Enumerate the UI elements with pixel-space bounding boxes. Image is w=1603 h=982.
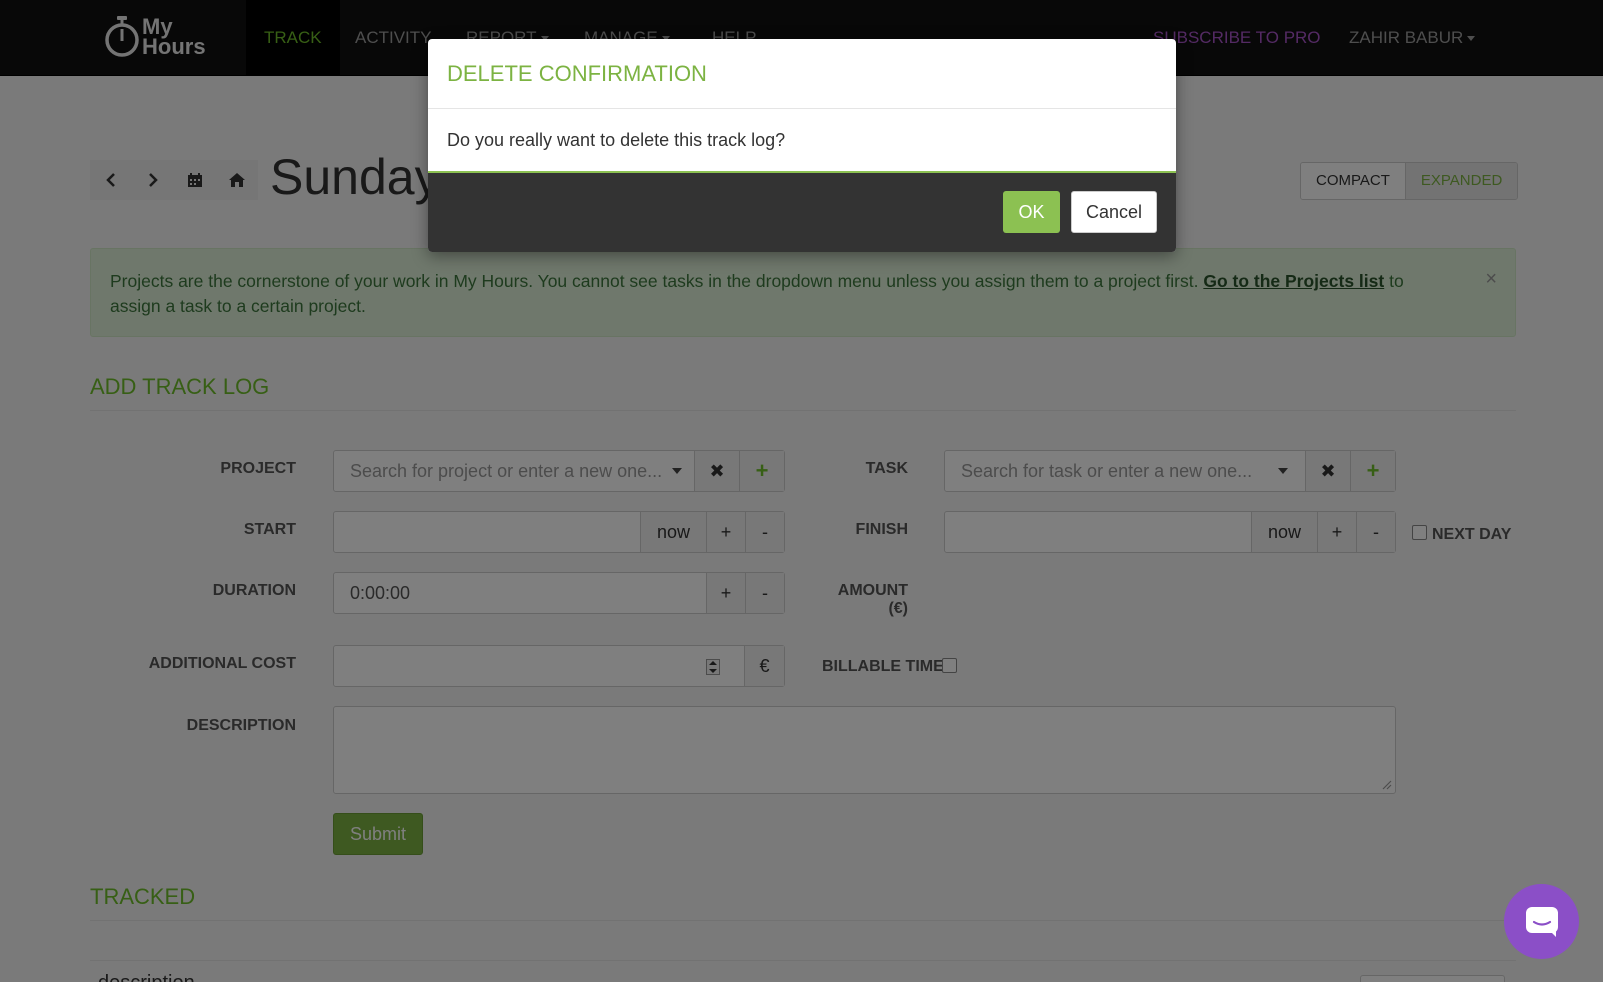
cancel-button[interactable]: Cancel [1071,191,1157,233]
dialog-title: DELETE CONFIRMATION [428,39,1176,109]
dialog-message: Do you really want to delete this track … [428,109,1176,173]
chat-icon [1525,906,1558,937]
delete-confirmation-dialog: DELETE CONFIRMATION Do you really want t… [428,39,1176,252]
chat-launcher-button[interactable] [1504,884,1579,959]
ok-button[interactable]: OK [1003,191,1060,233]
dialog-footer: OK Cancel [428,173,1176,252]
